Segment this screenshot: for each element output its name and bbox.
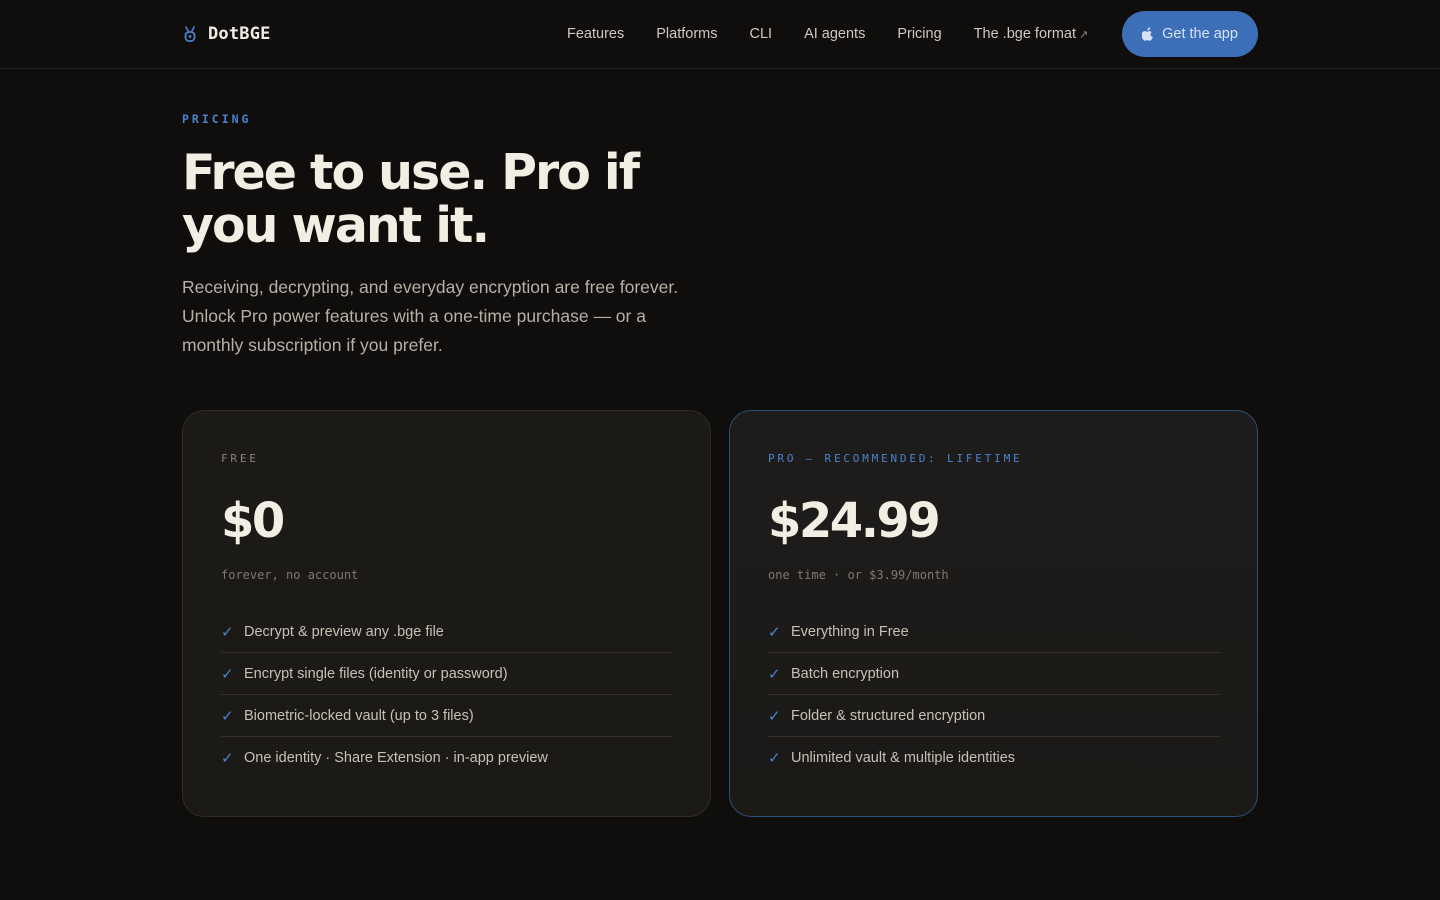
nav-links: Features Platforms CLI AI agents Pricing… [567,24,1120,44]
brand-name: DotBGE [208,24,271,44]
nav-link-ai-agents[interactable]: AI agents [804,24,865,44]
plan-feature: ✓ Biometric-locked vault (up to 3 files) [221,695,673,737]
plan-card-pro: PRO — RECOMMENDED: LIFETIME $24.99 one t… [729,410,1258,817]
plan-feature: ✓ One identity · Share Extension · in-app… [221,737,673,779]
plan-feature-label: Everything in Free [791,623,909,640]
checkmark-icon: ✓ [768,750,781,767]
plan-feature: ✓ Encrypt single files (identity or passw… [221,653,673,695]
checkmark-icon: ✓ [768,707,781,725]
top-nav: DotBGE Features Platforms CLI AI agents … [0,0,1440,69]
plan-feature: ✓ Batch encryption [768,653,1220,695]
plan-feature-label: Batch encryption [791,665,900,682]
nav-link-bge-format[interactable]: The .bge format ↗ [974,24,1089,44]
plan-feature-label: Biometric-locked vault (up to 3 files) [244,707,474,724]
plan-price-note: one time · or $3.99/month [768,568,949,582]
get-the-app-button[interactable]: Get the app [1122,11,1258,57]
plan-price-note: forever, no account [221,568,359,582]
plan-price: $24.99 [768,493,941,549]
plan-feature: ✓ Decrypt & preview any .bge file [221,611,673,653]
checkmark-icon: ✓ [221,707,234,725]
plan-price: $0 [221,493,285,549]
checkmark-icon: ✓ [768,665,781,683]
checkmark-icon: ✓ [221,623,234,641]
page-description: Receiving, decrypting, and everyday encr… [182,277,679,355]
plan-feature-label: Decrypt & preview any .bge file [244,623,444,640]
nav-link-pricing[interactable]: Pricing [897,24,941,44]
nav-link-cli[interactable]: CLI [749,24,772,44]
apple-icon [1142,27,1154,41]
plan-feature: ✓ Everything in Free [768,611,1220,653]
plan-feature-label: Encrypt single files (identity or passwo… [244,665,508,682]
checkmark-icon: ✓ [221,750,234,767]
plan-tier: PRO — RECOMMENDED: LIFETIME [768,452,1023,465]
plan-feature: ✓ Unlimited vault & multiple identities [768,737,1220,779]
get-the-app-label: Get the app [1162,26,1238,42]
checkmark-icon: ✓ [768,623,781,641]
plan-feature-label: One identity · Share Extension · in-app … [244,750,548,766]
plan-feature: ✓ Folder & structured encryption [768,695,1220,737]
plan-feature-label: Folder & structured encryption [791,707,986,724]
shield-key-icon [184,26,196,42]
nav-link-bge-format-label: The .bge format [973,26,1077,42]
section-eyebrow: PRICING [182,112,252,126]
nav-link-features[interactable]: Features [567,24,624,44]
plan-feature-list: ✓ Decrypt & preview any .bge file ✓ Encryp… [221,611,673,779]
plan-tier: FREE [221,452,259,465]
nav-link-platforms[interactable]: Platforms [656,24,717,44]
external-link-icon: ↗ [1079,29,1089,41]
checkmark-icon: ✓ [221,665,234,683]
brand-link[interactable]: DotBGE [182,22,271,46]
plan-feature-label: Unlimited vault & multiple identities [791,750,1016,766]
page-title: Free to use. Pro if you want it. [182,144,640,254]
plan-card-free: FREE $0 forever, no account ✓ Decrypt & p… [182,410,711,817]
plan-feature-list: ✓ Everything in Free ✓ Batch encryption ✓ F… [768,611,1220,779]
